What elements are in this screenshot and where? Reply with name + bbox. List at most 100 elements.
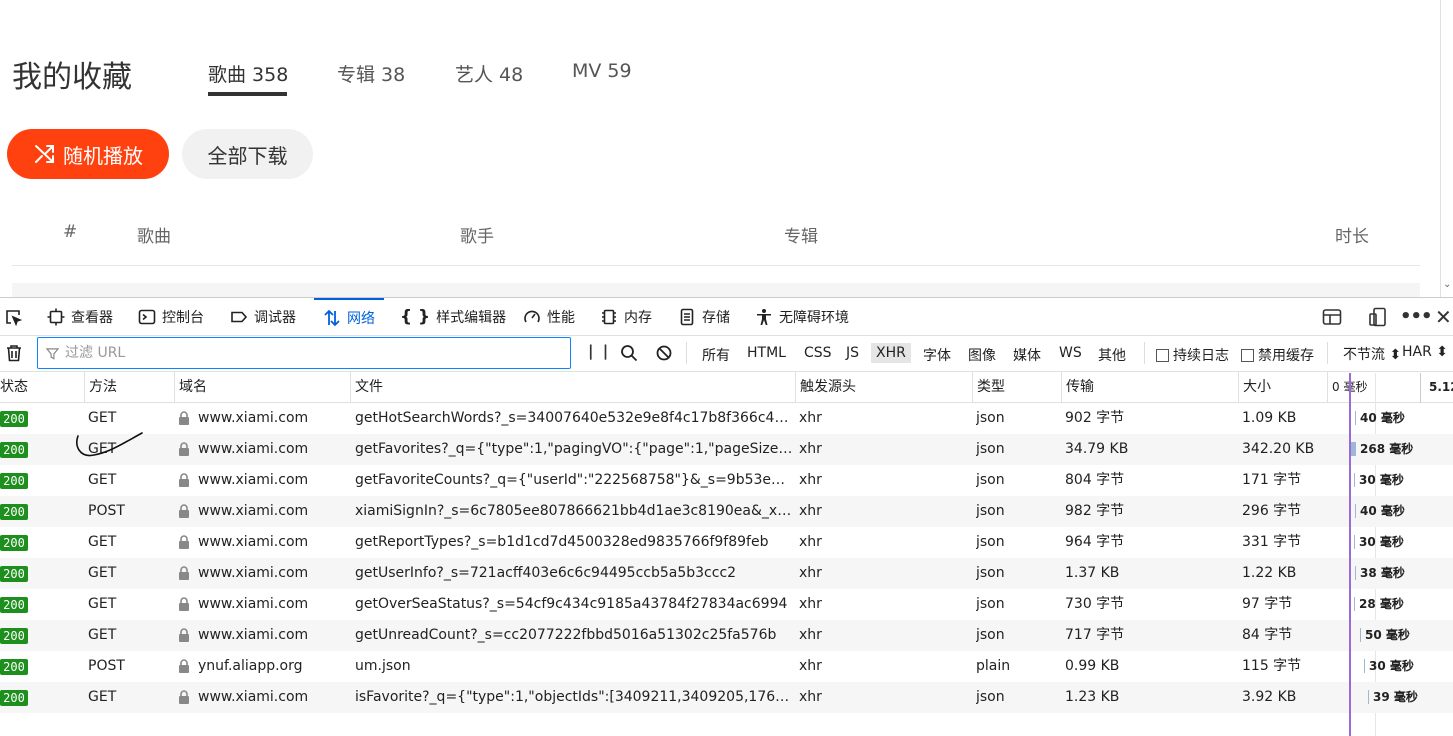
header-domain[interactable]: 域名 [174,372,350,402]
braces-icon: { } [400,306,431,327]
pause-icon[interactable]: | | [588,342,610,360]
header-transferred[interactable]: 传输 [1061,372,1238,402]
header-size[interactable]: 大小 [1238,372,1327,402]
waterfall-timing: 40 毫秒 [1360,411,1405,425]
tab-artists[interactable]: 艺人 48 [455,60,523,87]
filter-url-field[interactable] [37,337,571,369]
checkbox-box[interactable] [1156,348,1169,362]
responsive-design-button[interactable] [1368,298,1388,335]
lock-icon [179,442,189,456]
tab-albums[interactable]: 专辑 38 [337,60,405,87]
checkbox-box[interactable] [1241,348,1254,362]
scroll-down-arrow-icon[interactable]: ⌄ [1443,279,1451,290]
request-row[interactable]: 200 GET www.xiami.com getOverSeaStatus?_s=5… [0,589,1453,620]
dock-layout-button[interactable] [1322,298,1342,335]
request-size: 3.92 KB [1242,689,1297,705]
type-filter-images[interactable]: 图像 [963,343,1001,367]
type-filter-html[interactable]: HTML [742,343,791,363]
request-row[interactable]: 200 POST ynuf.aliapp.org um.json xhr plain 0.9… [0,651,1453,682]
devtools-tab-style-editor[interactable]: { } 样式编辑器 [400,298,506,335]
devtools-tab-inspector[interactable]: 查看器 [47,298,113,335]
lock-icon [179,411,189,425]
request-transferred: 964 字节 [1065,534,1125,550]
request-row[interactable]: 200 GET www.xiami.com getReportTypes?_s=b1d… [0,527,1453,558]
waterfall-timing: 38 毫秒 [1360,566,1405,580]
header-cause[interactable]: 触发源头 [795,372,972,402]
type-filter-css[interactable]: CSS [799,343,837,363]
type-filter-xhr[interactable]: XHR [871,343,911,363]
waterfall-bar [1354,535,1355,549]
devtools-tab-accessibility[interactable]: 无障碍环境 [755,298,849,335]
header-method[interactable]: 方法 [84,372,174,402]
devtools-tab-memory[interactable]: 内存 [600,298,652,335]
waterfall-bar [1360,628,1361,642]
request-cause: xhr [799,689,822,705]
header-status[interactable]: 状态 [0,372,84,402]
request-row[interactable]: 200 GET www.xiami.com isFavorite?_q={"type"… [0,682,1453,713]
lock-icon [179,659,189,673]
page-scrollbar[interactable] [1440,0,1453,297]
block-requests-icon[interactable] [655,344,673,362]
request-domain: www.xiami.com [178,403,348,434]
clear-trash-icon[interactable] [5,344,23,362]
devtools-tab-console[interactable]: 控制台 [138,298,204,335]
type-filter-ws[interactable]: WS [1054,343,1087,363]
request-row[interactable]: 200 GET www.xiami.com getUnreadCount?_s=cc2… [0,620,1453,651]
type-filter-media[interactable]: 媒体 [1008,343,1046,367]
lock-icon [179,597,189,611]
request-domain: www.xiami.com [178,620,348,651]
waterfall-timing: 50 毫秒 [1365,628,1410,642]
shuffle-play-button[interactable]: 随机播放 [7,129,169,179]
lock-icon [179,690,189,704]
devtools-tab-storage[interactable]: 存储 [678,298,730,335]
type-filter-all[interactable]: 所有 [697,343,735,367]
throttling-select[interactable]: 不节流 ⬍ [1343,344,1401,364]
request-domain-text: www.xiami.com [198,472,309,488]
pick-element-button[interactable] [4,298,22,335]
download-all-button[interactable]: 全部下载 [182,129,313,179]
request-method: POST [88,503,125,519]
request-domain-text: www.xiami.com [198,441,309,457]
filter-url-input[interactable] [63,344,547,362]
lock-icon [179,535,189,549]
header-waterfall-start[interactable]: 0 毫秒 [1327,372,1420,402]
performance-gauge-icon [524,310,540,322]
request-domain: www.xiami.com [178,465,348,496]
type-filter-js[interactable]: JS [841,343,864,363]
devtools-tab-debugger[interactable]: 调试器 [230,298,296,335]
accessibility-icon [757,308,771,325]
devtools-tab-label: 网络 [347,310,375,327]
network-arrows-icon [324,309,340,326]
persist-logs-checkbox[interactable]: 持续日志 [1156,345,1229,365]
type-filter-other[interactable]: 其他 [1093,343,1131,367]
search-icon[interactable] [620,344,638,362]
status-badge: 200 [0,411,28,427]
request-row[interactable]: 200 GET www.xiami.com getFavorites?_q={"typ… [0,434,1453,465]
tab-mv[interactable]: MV 59 [572,60,632,82]
disable-cache-checkbox[interactable]: 禁用缓存 [1241,345,1314,365]
request-size: 331 字节 [1242,534,1302,550]
request-row[interactable]: 200 POST www.xiami.com xiamiSignIn?_s=6c780… [0,496,1453,527]
close-icon: ✕ [1435,304,1452,329]
waterfall-timing: 28 毫秒 [1359,597,1404,611]
request-row[interactable]: 200 GET www.xiami.com getFavoriteCounts?_q=… [0,465,1453,496]
page-title: 我的收藏 [12,60,132,95]
tab-songs[interactable]: 歌曲 358 [208,60,288,87]
devtools-tab-performance[interactable]: 性能 [523,298,575,335]
request-cause: xhr [799,410,822,426]
filter-separator [1327,342,1328,364]
request-row[interactable]: 200 GET www.xiami.com getHotSearchWords?_s=… [0,403,1453,434]
header-type[interactable]: 类型 [972,372,1061,402]
request-domain-text: www.xiami.com [198,565,309,581]
request-row[interactable]: 200 GET www.xiami.com getUserInfo?_s=721acf… [0,558,1453,589]
devtools-tab-label: 无障碍环境 [779,309,849,326]
close-devtools-button[interactable]: ✕ [1435,298,1452,335]
status-badge: 200 [0,473,28,489]
header-file[interactable]: 文件 [350,372,795,402]
request-domain-text: www.xiami.com [198,503,309,519]
type-filter-fonts[interactable]: 字体 [918,343,956,367]
har-menu[interactable]: HAR ⬍ [1402,344,1448,360]
more-options-button[interactable]: ••• [1400,298,1433,335]
request-type: plain [976,658,1011,674]
devtools-tab-network[interactable]: 网络 [314,298,384,335]
